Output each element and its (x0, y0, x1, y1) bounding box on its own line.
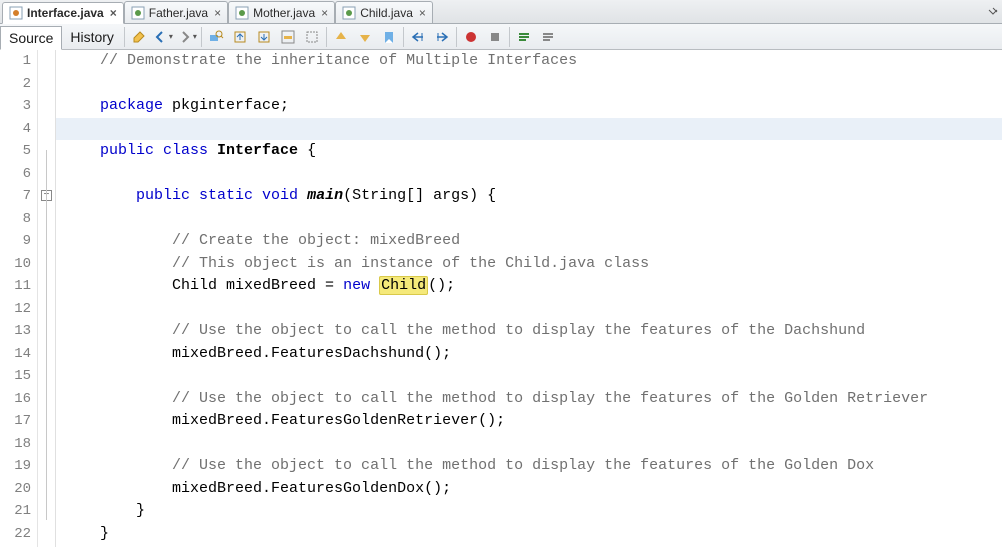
close-icon[interactable]: × (319, 6, 330, 20)
tab-interface[interactable]: Interface.java × (2, 2, 124, 24)
java-file-icon (9, 6, 23, 20)
toggle-highlight-icon[interactable] (277, 26, 299, 48)
forward-icon[interactable]: ▾ (176, 26, 198, 48)
tab-mother[interactable]: Mother.java × (228, 1, 335, 23)
editor-tabs: Interface.java × Father.java × Mother.ja… (0, 0, 1002, 24)
code-editor[interactable]: 12345678910111213141516171819202122 − //… (0, 50, 1002, 547)
close-icon[interactable]: × (212, 6, 223, 20)
toggle-rect-select-icon[interactable] (301, 26, 323, 48)
toggle-bookmark-icon[interactable] (378, 26, 400, 48)
java-file-icon (235, 6, 249, 20)
close-icon[interactable]: × (417, 6, 428, 20)
java-file-icon (342, 6, 356, 20)
tab-label: Father.java (149, 6, 208, 20)
find-prev-icon[interactable] (229, 26, 251, 48)
shift-right-icon[interactable] (431, 26, 453, 48)
shift-left-icon[interactable] (407, 26, 429, 48)
tab-child[interactable]: Child.java × (335, 1, 433, 23)
history-tab[interactable]: History (62, 25, 122, 49)
last-edit-icon[interactable] (128, 26, 150, 48)
find-selection-icon[interactable] (205, 26, 227, 48)
tab-overflow-button[interactable] (984, 1, 1002, 23)
tab-father[interactable]: Father.java × (124, 1, 228, 23)
java-file-icon (131, 6, 145, 20)
source-tab[interactable]: Source (0, 26, 62, 50)
comment-icon[interactable] (513, 26, 535, 48)
tab-label: Mother.java (253, 6, 315, 20)
line-number-gutter: 12345678910111213141516171819202122 (0, 50, 38, 547)
find-next-icon[interactable] (253, 26, 275, 48)
editor-subbar: Source History ▾ ▾ (0, 24, 1002, 50)
back-icon[interactable]: ▾ (152, 26, 174, 48)
close-icon[interactable]: × (108, 6, 119, 20)
tab-label: Child.java (360, 6, 413, 20)
next-bookmark-icon[interactable] (354, 26, 376, 48)
code-area[interactable]: // Demonstrate the inheritance of Multip… (56, 50, 1002, 547)
macro-record-icon[interactable] (460, 26, 482, 48)
prev-bookmark-icon[interactable] (330, 26, 352, 48)
fold-gutter: − (38, 50, 56, 547)
tab-label: Interface.java (27, 6, 104, 20)
macro-stop-icon[interactable] (484, 26, 506, 48)
uncomment-icon[interactable] (537, 26, 559, 48)
